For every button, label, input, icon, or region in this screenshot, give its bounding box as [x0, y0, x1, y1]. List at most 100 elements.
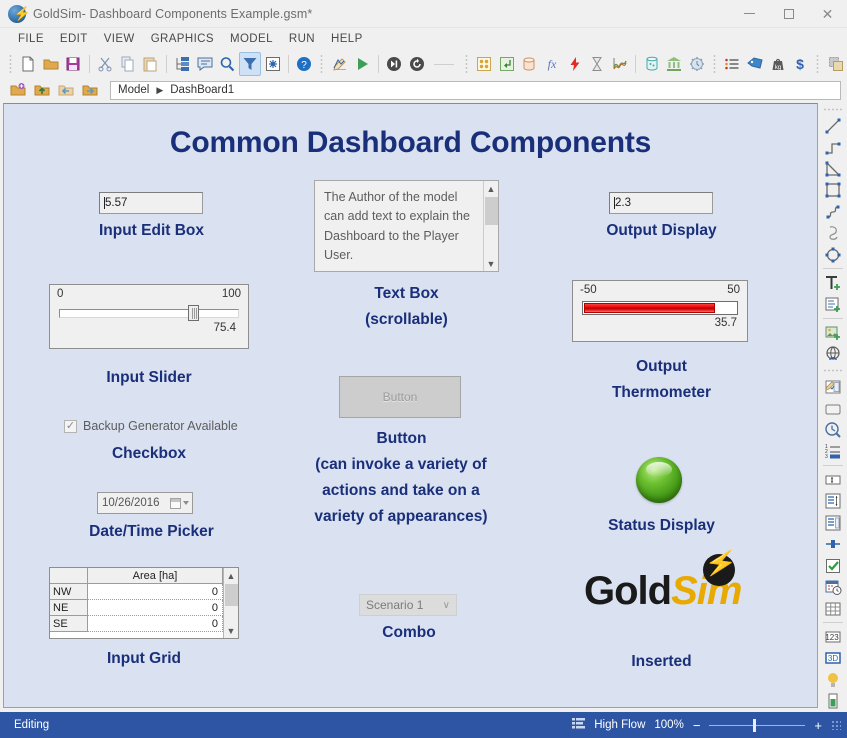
open-folder-icon[interactable] [39, 52, 62, 76]
progress-bar-tool-icon[interactable] [821, 691, 845, 712]
spinner-tool-icon[interactable]: 123 [821, 626, 845, 647]
input-slider-track[interactable] [59, 309, 239, 318]
polygon-tool-icon[interactable] [821, 158, 845, 179]
input-grid[interactable]: Area [ha] NW 0 NE 0 SE 0 ▲ ▼ [49, 567, 239, 639]
zoom-slider-thumb[interactable] [753, 718, 757, 732]
tool-strip-grip[interactable] [824, 106, 842, 113]
table-row[interactable]: NW 0 [50, 584, 223, 600]
save-icon[interactable] [62, 52, 85, 76]
text-box-scroll-thumb[interactable] [484, 197, 498, 225]
ellipse-tool-icon[interactable] [821, 244, 845, 265]
numbered-list-icon[interactable]: 123 [821, 441, 845, 462]
input-slider-tool-icon[interactable] [821, 491, 845, 512]
rectangle-tool-icon[interactable] [821, 180, 845, 201]
hierarchy-icon[interactable] [171, 52, 194, 76]
combo-box[interactable]: Scenario 1 ∨ [359, 594, 457, 616]
output-display-tool-icon[interactable] [821, 512, 845, 533]
menu-edit[interactable]: EDIT [52, 30, 96, 48]
grid-cell-value[interactable]: 0 [88, 600, 223, 616]
input-edit-box[interactable]: 5.57 [99, 192, 203, 214]
add-image-icon[interactable] [821, 322, 845, 343]
checkbox-control[interactable]: ✓ Backup Generator Available [64, 419, 238, 433]
grid-tool-icon[interactable] [821, 598, 845, 619]
table-row[interactable]: SE 0 [50, 616, 223, 632]
date-picker[interactable]: 10/26/2016 [97, 492, 193, 514]
dashboard-edit-icon[interactable] [821, 376, 845, 397]
result-display-tool-icon[interactable]: 3D [821, 648, 845, 669]
bank-icon[interactable] [663, 52, 686, 76]
import-icon[interactable] [495, 52, 518, 76]
date-picker-tool-icon[interactable] [821, 576, 845, 597]
maximize-button[interactable] [769, 0, 808, 28]
chevron-down-icon[interactable]: ∨ [443, 600, 450, 611]
grid-scrollbar[interactable]: ▲ ▼ [223, 568, 238, 638]
reset-icon[interactable] [405, 52, 428, 76]
event-icon[interactable] [563, 52, 586, 76]
menu-graphics[interactable]: GRAPHICS [143, 30, 222, 48]
scroll-up-icon[interactable]: ▲ [224, 568, 239, 583]
menu-help[interactable]: HELP [323, 30, 371, 48]
mass-icon[interactable]: kg [766, 52, 789, 76]
note-icon[interactable] [193, 52, 216, 76]
checkbox-box[interactable]: ✓ [64, 419, 77, 433]
close-button[interactable]: ✕ [808, 0, 847, 28]
scenario-name[interactable]: High Flow [594, 719, 645, 731]
minimize-button[interactable] [730, 0, 769, 28]
process-icon[interactable] [686, 52, 709, 76]
go-back-icon[interactable] [54, 78, 78, 102]
settings-icon[interactable] [261, 52, 284, 76]
toolbar-grip-5[interactable] [814, 55, 822, 73]
status-light-tool-icon[interactable] [821, 669, 845, 690]
copy-icon[interactable] [116, 52, 139, 76]
line-tool-icon[interactable] [821, 115, 845, 136]
toolbar-grip[interactable] [7, 55, 14, 73]
add-hyperlink-icon[interactable] [821, 344, 845, 365]
cut-icon[interactable] [94, 52, 117, 76]
toolbar-grip-3[interactable] [462, 55, 470, 73]
zoom-out-button[interactable]: − [693, 719, 701, 732]
breadcrumb-dashboard1[interactable]: DashBoard1 [170, 84, 234, 96]
freeform-tool-icon[interactable] [821, 223, 845, 244]
input-edit-box-tool-icon[interactable] [821, 469, 845, 490]
grid-cell-value[interactable]: 0 [88, 616, 223, 632]
curve-tool-icon[interactable] [821, 201, 845, 222]
history-icon[interactable] [609, 52, 632, 76]
container-icon[interactable] [472, 52, 495, 76]
zoom-search-icon[interactable] [216, 52, 239, 76]
grid-scroll-thumb[interactable] [224, 584, 238, 606]
menu-run[interactable]: RUN [281, 30, 323, 48]
tag-icon[interactable] [744, 52, 767, 76]
go-forward-icon[interactable] [78, 78, 102, 102]
breadcrumb[interactable]: Model ▶ DashBoard1 [110, 80, 841, 100]
paste-icon[interactable] [139, 52, 162, 76]
checkbox-tool-icon[interactable] [821, 555, 845, 576]
run-icon[interactable] [351, 52, 374, 76]
resize-grip[interactable] [831, 720, 841, 730]
clock-tool-icon[interactable] [821, 419, 845, 440]
scroll-up-icon[interactable]: ▲ [484, 181, 499, 196]
delay-icon[interactable] [586, 52, 609, 76]
dashboard-button[interactable]: Button [339, 376, 461, 418]
scroll-down-icon[interactable]: ▼ [224, 623, 239, 638]
help-icon[interactable]: ? [293, 52, 316, 76]
new-container-icon[interactable] [6, 78, 30, 102]
edit-mode-icon[interactable] [328, 52, 351, 76]
thermometer-tool-icon[interactable] [821, 533, 845, 554]
add-text-icon[interactable] [821, 272, 845, 293]
add-textblock-icon[interactable] [821, 294, 845, 315]
go-up-icon[interactable] [30, 78, 54, 102]
zoom-in-button[interactable]: + [814, 719, 822, 732]
breadcrumb-model[interactable]: Model [118, 84, 149, 96]
panel-tool-icon[interactable] [821, 398, 845, 419]
layers-icon[interactable] [824, 52, 847, 76]
table-row[interactable]: NE 0 [50, 600, 223, 616]
new-file-icon[interactable] [17, 52, 40, 76]
menu-file[interactable]: FILE [10, 30, 52, 48]
menu-model[interactable]: MODEL [222, 30, 281, 48]
tool-strip-grip-2[interactable] [824, 367, 842, 374]
scroll-down-icon[interactable]: ▼ [484, 256, 499, 271]
toolbar-grip-2[interactable] [318, 55, 326, 73]
function-icon[interactable]: fx [541, 52, 564, 76]
step-icon[interactable] [383, 52, 406, 76]
input-slider[interactable]: 0 100 75.4 [49, 284, 249, 349]
